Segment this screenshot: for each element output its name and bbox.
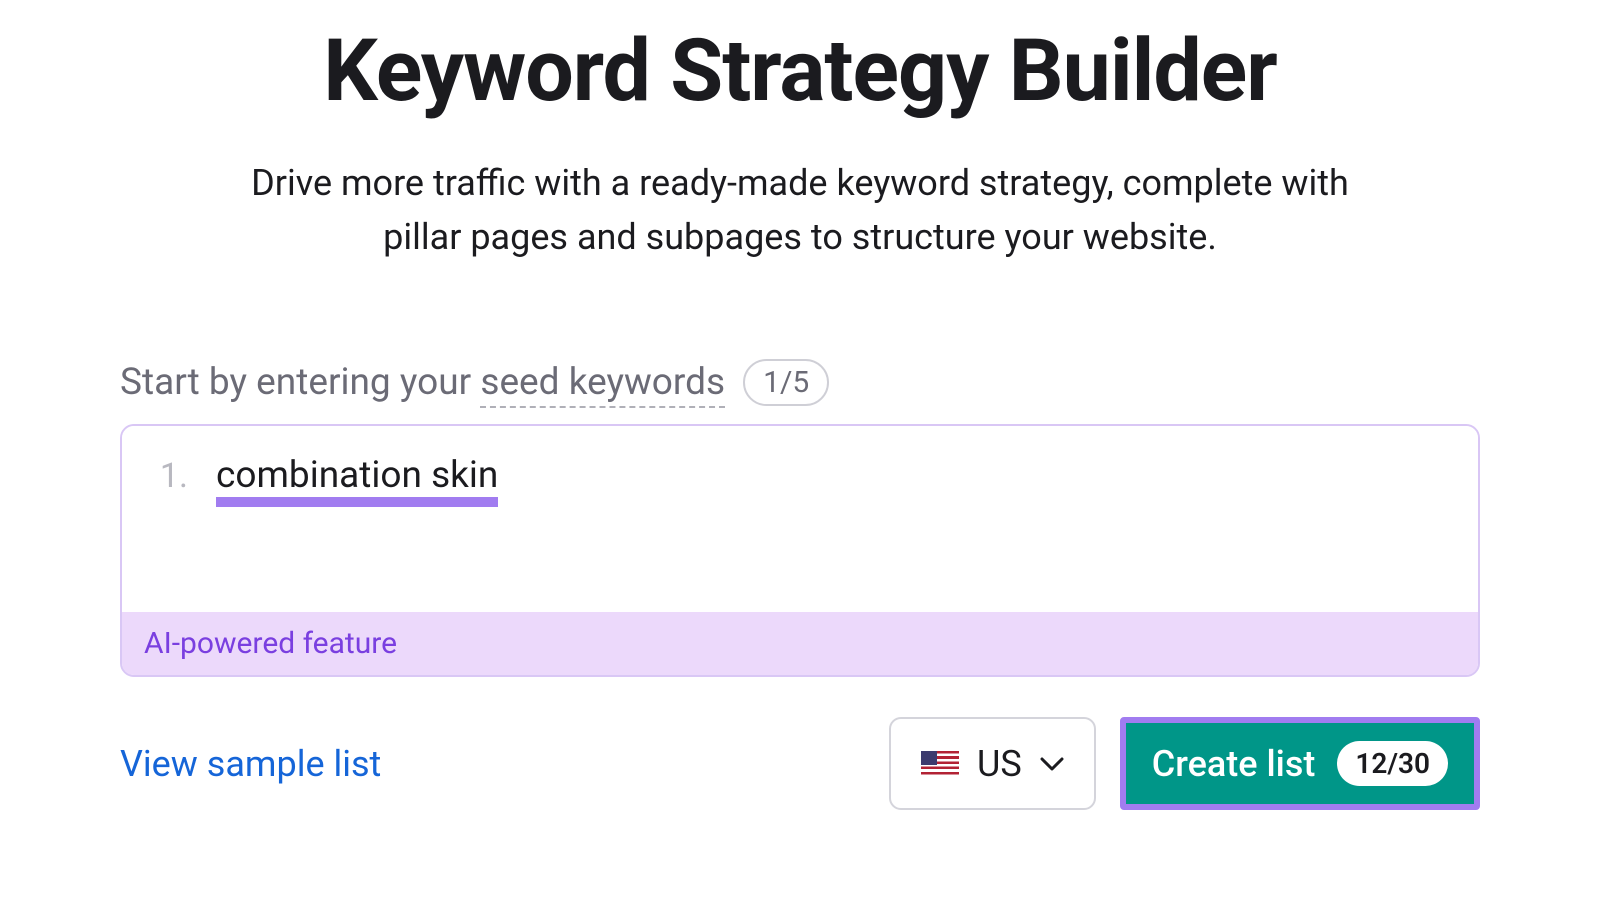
prompt-text: Start by entering your seed keywords — [120, 361, 725, 404]
page-container: Keyword Strategy Builder Drive more traf… — [100, 20, 1500, 810]
seed-input-area[interactable]: 1. combination skin — [122, 426, 1478, 612]
create-list-label: Create list — [1152, 743, 1316, 785]
us-flag-icon — [921, 751, 959, 777]
view-sample-link[interactable]: View sample list — [120, 743, 381, 785]
footer-row: View sample list US Create list 12/30 — [120, 717, 1480, 810]
seed-counter-pill: 1/5 — [743, 359, 829, 406]
page-subtitle: Drive more traffic with a ready-made key… — [240, 156, 1360, 264]
keyword-text[interactable]: combination skin — [216, 454, 498, 497]
seed-keywords-link[interactable]: seed keywords — [480, 361, 725, 408]
country-select[interactable]: US — [889, 717, 1096, 810]
create-list-count: 12/30 — [1337, 741, 1448, 786]
footer-right-controls: US Create list 12/30 — [889, 717, 1480, 810]
ai-feature-banner: AI-powered feature — [122, 612, 1478, 675]
create-list-button[interactable]: Create list 12/30 — [1126, 723, 1474, 804]
keyword-row: 1. combination skin — [156, 454, 1444, 497]
keyword-number: 1. — [156, 456, 188, 496]
country-label: US — [977, 743, 1022, 785]
chevron-down-icon — [1040, 757, 1064, 771]
seed-input-panel: 1. combination skin AI-powered feature — [120, 424, 1480, 677]
prompt-row: Start by entering your seed keywords 1/5 — [120, 359, 1480, 406]
prompt-prefix: Start by entering your — [120, 361, 480, 404]
create-list-highlight: Create list 12/30 — [1120, 717, 1480, 810]
page-title: Keyword Strategy Builder — [120, 20, 1480, 121]
